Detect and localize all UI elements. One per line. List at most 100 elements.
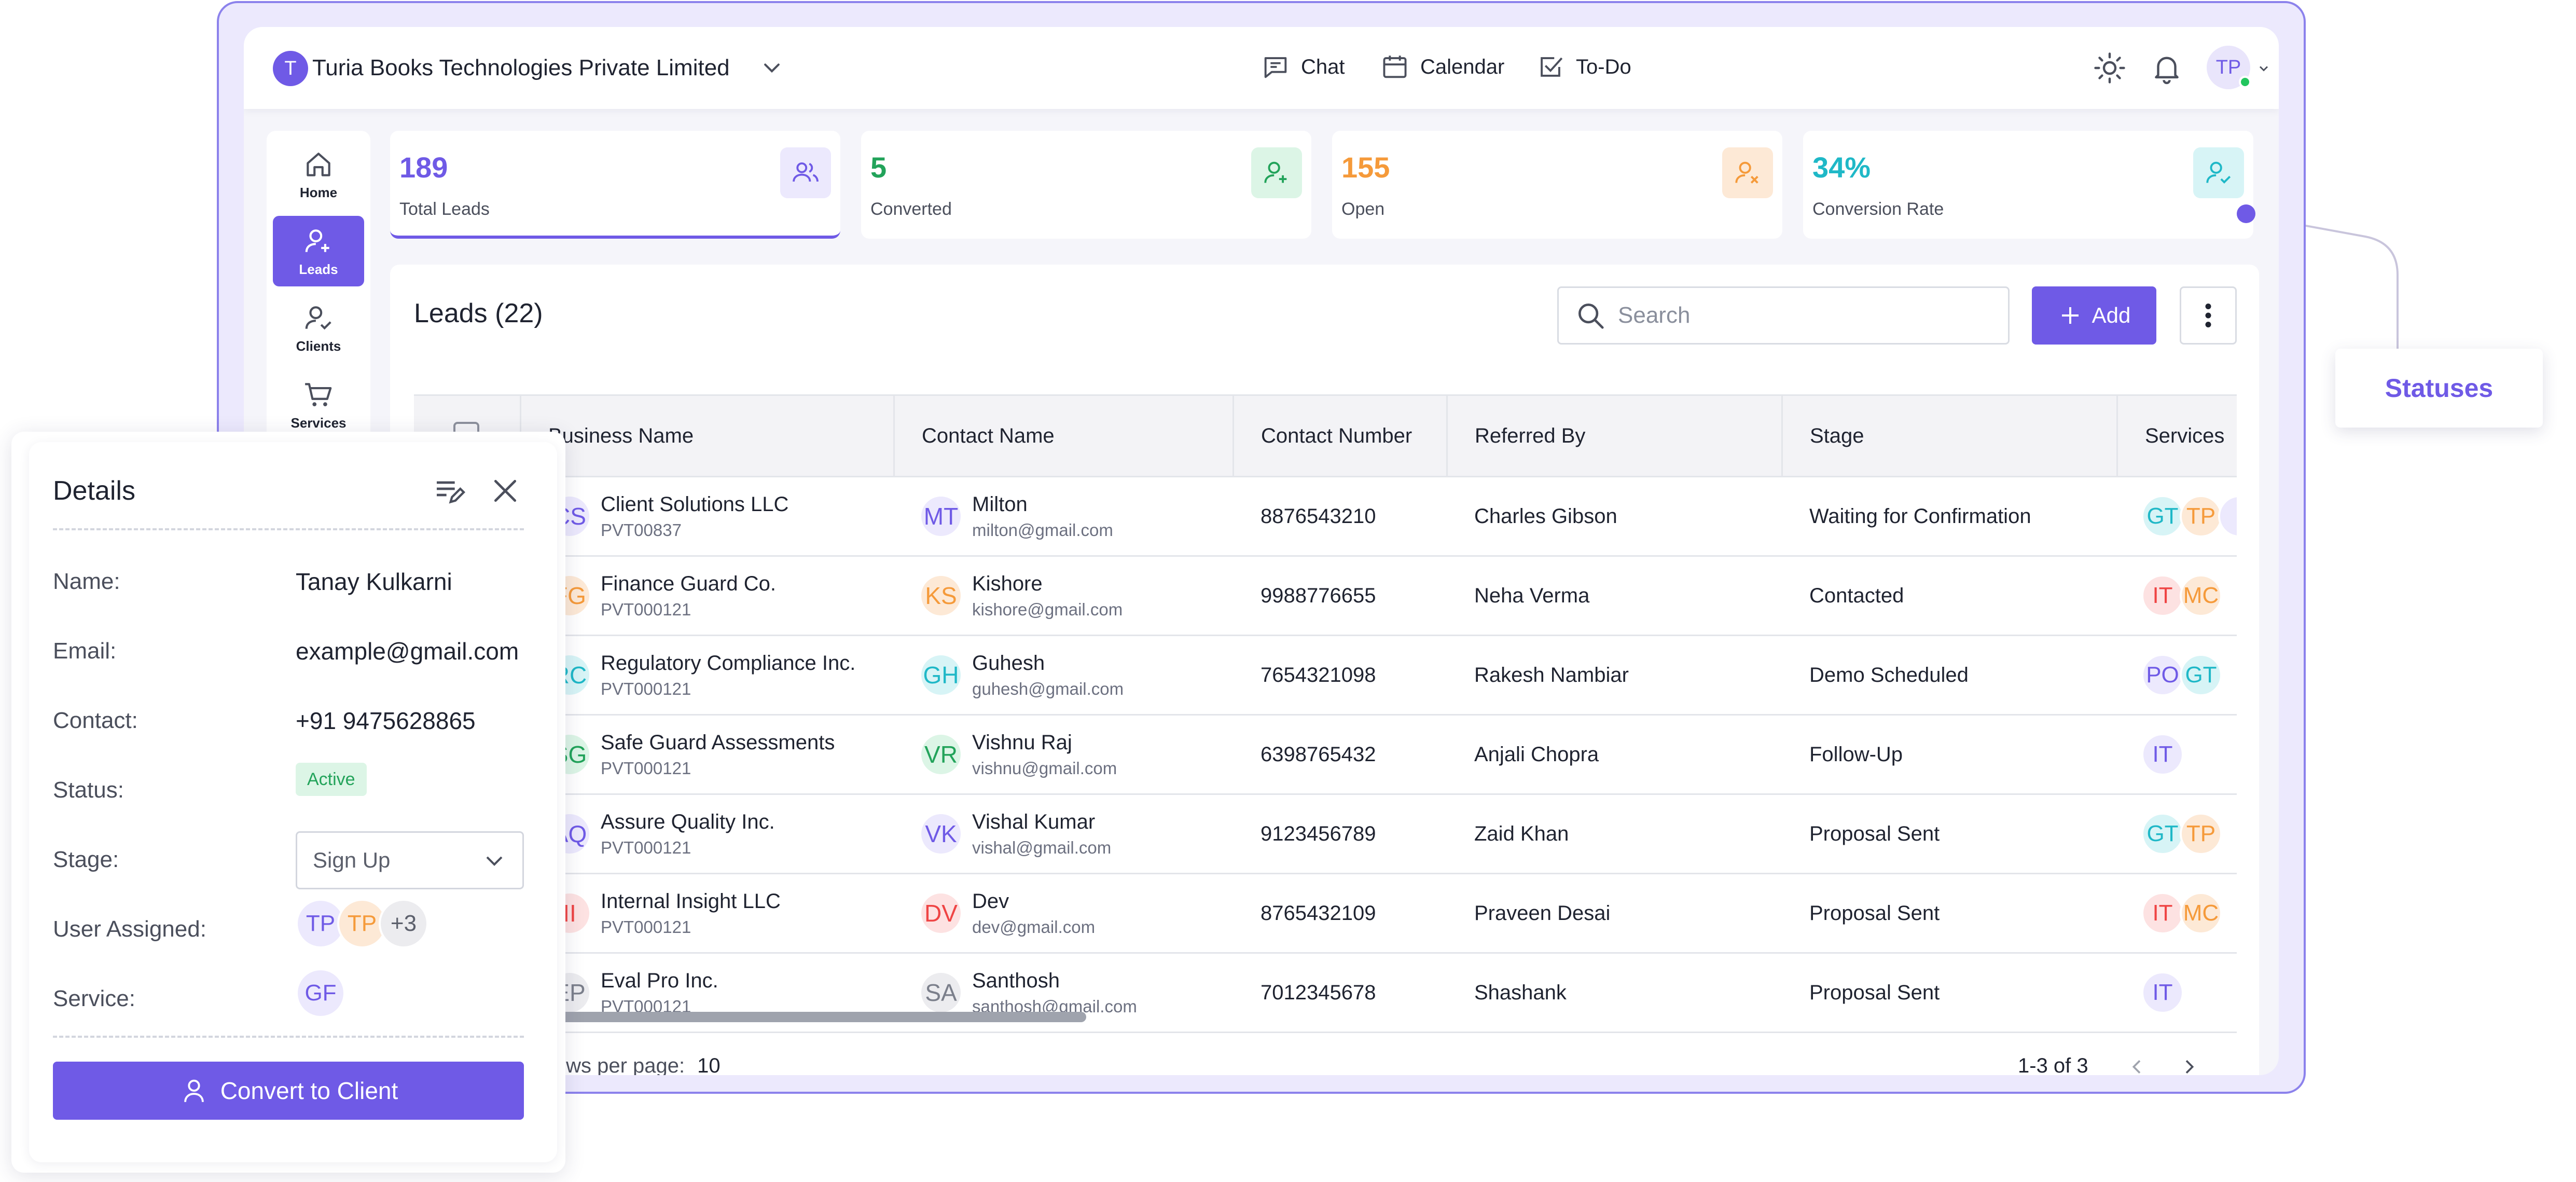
business-cell: RC Regulatory Compliance Inc. PVT000121: [550, 636, 855, 714]
contact-cell: KS Kishore kishore@gmail.com: [921, 557, 1123, 635]
table-row[interactable]: AQ Assure Quality Inc. PVT000121 VK Vishal K…: [414, 795, 2237, 874]
service-avatar[interactable]: GF: [296, 968, 345, 1018]
user-icon: [184, 1079, 204, 1102]
business-name[interactable]: Client Solutions LLC: [601, 493, 788, 516]
service-avatar[interactable]: TP: [2180, 813, 2222, 855]
chevron-left-icon[interactable]: [2127, 1056, 2148, 1075]
search-box[interactable]: [1557, 286, 2010, 345]
search-input[interactable]: [1618, 303, 1981, 328]
nav-calendar[interactable]: Calendar: [1380, 52, 1504, 82]
add-lead-button[interactable]: Add: [2032, 286, 2156, 345]
referred-by: Charles Gibson: [1474, 504, 1617, 528]
chat-icon: [1264, 57, 1287, 78]
column-header[interactable]: Contact Name: [893, 396, 1055, 476]
add-label: Add: [2092, 303, 2131, 327]
more-vertical-icon: [2205, 304, 2211, 327]
rows-per-page[interactable]: Rows per page: 10: [539, 1054, 721, 1075]
service-avatar[interactable]: IT: [2141, 971, 2184, 1014]
contact-avatar: VR: [921, 735, 961, 774]
contact-number: 8876543210: [1261, 504, 1376, 528]
contact-cell: VK Vishal Kumar vishal@gmail.com: [921, 795, 1111, 873]
business-code: PVT00837: [601, 520, 682, 540]
stat-card-converted[interactable]: 5 Converted: [861, 131, 1311, 239]
service-avatar[interactable]: GT: [2141, 495, 2184, 538]
table-row[interactable]: SG Safe Guard Assessments PVT000121 VR Vishn…: [414, 716, 2237, 795]
sidebar-item-clients[interactable]: Clients: [273, 293, 364, 363]
service-avatar[interactable]: [2218, 495, 2237, 538]
column-header[interactable]: Contact Number: [1232, 396, 1412, 476]
service-avatar[interactable]: IT: [2141, 892, 2184, 934]
convert-to-client-button[interactable]: Convert to Client: [53, 1062, 524, 1120]
business-cell: CS Client Solutions LLC PVT00837: [550, 477, 788, 555]
table-row[interactable]: II Internal Insight LLC PVT000121 DV Dev dev@…: [414, 874, 2237, 954]
business-name[interactable]: Assure Quality Inc.: [601, 810, 775, 834]
column-header[interactable]: Services: [2116, 396, 2224, 476]
nav-todo[interactable]: To-Do: [1535, 52, 1631, 82]
business-code: PVT000121: [601, 679, 691, 698]
chevron-right-icon[interactable]: [2179, 1056, 2199, 1075]
horizontal-scrollbar[interactable]: [539, 1012, 1086, 1022]
org-avatar[interactable]: T: [273, 51, 308, 86]
business-cell: FG Finance Guard Co. PVT000121: [550, 557, 776, 635]
nav-chat[interactable]: Chat: [1261, 52, 1345, 82]
chevron-down-icon[interactable]: [760, 56, 783, 79]
business-code: PVT000121: [601, 837, 691, 857]
business-name[interactable]: Eval Pro Inc.: [601, 969, 718, 993]
stat-card-open[interactable]: 155 Open: [1332, 131, 1782, 239]
rows-per-page-value: 10: [697, 1054, 721, 1075]
contact-name: Guhesh: [972, 651, 1045, 675]
sidebar-item-services[interactable]: Services: [273, 369, 364, 440]
cart-icon: [305, 382, 332, 406]
stage-value: Sign Up: [313, 848, 391, 872]
stage-select[interactable]: Sign Up: [296, 831, 524, 889]
table-row[interactable]: RC Regulatory Compliance Inc. PVT000121 GH G…: [414, 636, 2237, 716]
divider: [53, 1036, 524, 1038]
contact-value: +91 9475628865: [296, 707, 476, 734]
bell-icon[interactable]: [2150, 51, 2184, 85]
user-avatar[interactable]: +3: [379, 899, 428, 949]
org-name[interactable]: Turia Books Technologies Private Limited: [312, 55, 730, 81]
referred-by: Praveen Desai: [1474, 901, 1611, 925]
service-avatar[interactable]: PO: [2141, 654, 2184, 696]
service-avatar[interactable]: MC: [2180, 892, 2222, 934]
stat-card-conversion-rate[interactable]: 34% Conversion Rate: [1803, 131, 2253, 239]
home-icon: [307, 152, 330, 176]
sidebar-item-home[interactable]: Home: [273, 139, 364, 210]
table-row[interactable]: FG Finance Guard Co. PVT000121 KS Kishore kis…: [414, 557, 2237, 636]
service-avatar[interactable]: IT: [2141, 733, 2184, 776]
service-avatar[interactable]: GT: [2180, 654, 2222, 696]
edit-list-icon[interactable]: [433, 474, 466, 507]
close-icon[interactable]: [489, 474, 522, 507]
services-cell: IT MC: [2141, 557, 2222, 635]
sun-icon[interactable]: [2093, 51, 2127, 85]
column-header[interactable]: Stage: [1781, 396, 1864, 476]
details-card-shadow: Details Name: Tanay Kulkarni Email: exam…: [11, 432, 565, 1173]
stat-card-total-leads[interactable]: 189 Total Leads: [390, 131, 840, 239]
column-header[interactable]: Referred By: [1446, 396, 1585, 476]
table-row[interactable]: CS Client Solutions LLC PVT00837 MT Milton mi…: [414, 477, 2237, 557]
business-code: PVT000121: [601, 758, 691, 778]
sidebar-item-leads[interactable]: Leads: [273, 216, 364, 286]
business-name[interactable]: Internal Insight LLC: [601, 890, 781, 913]
contact-email: kishore@gmail.com: [972, 599, 1123, 619]
chevron-down-icon[interactable]: [2256, 61, 2271, 76]
service-avatar[interactable]: TP: [2180, 495, 2222, 538]
service-avatar[interactable]: GT: [2141, 813, 2184, 855]
user-x-icon: [1722, 147, 1773, 198]
contact-cell: DV Dev dev@gmail.com: [921, 874, 1095, 952]
business-name[interactable]: Safe Guard Assessments: [601, 731, 835, 754]
stage: Proposal Sent: [1809, 981, 1940, 1004]
more-options-button[interactable]: [2180, 286, 2237, 345]
sidebar-item-label: Home: [299, 184, 338, 200]
service-avatar[interactable]: IT: [2141, 574, 2184, 617]
contact-number: 9123456789: [1261, 822, 1376, 845]
business-name[interactable]: Finance Guard Co.: [601, 572, 776, 596]
checkbox-icon: [1541, 57, 1563, 77]
stage: Proposal Sent: [1809, 822, 1940, 845]
pagination-range: 1-3 of 3: [2018, 1054, 2088, 1075]
service-avatar[interactable]: MC: [2180, 574, 2222, 617]
contact-email: guhesh@gmail.com: [972, 679, 1124, 698]
business-name[interactable]: Regulatory Compliance Inc.: [601, 652, 855, 675]
nav-chat-label: Chat: [1301, 55, 1345, 78]
convert-label: Convert to Client: [220, 1077, 398, 1104]
